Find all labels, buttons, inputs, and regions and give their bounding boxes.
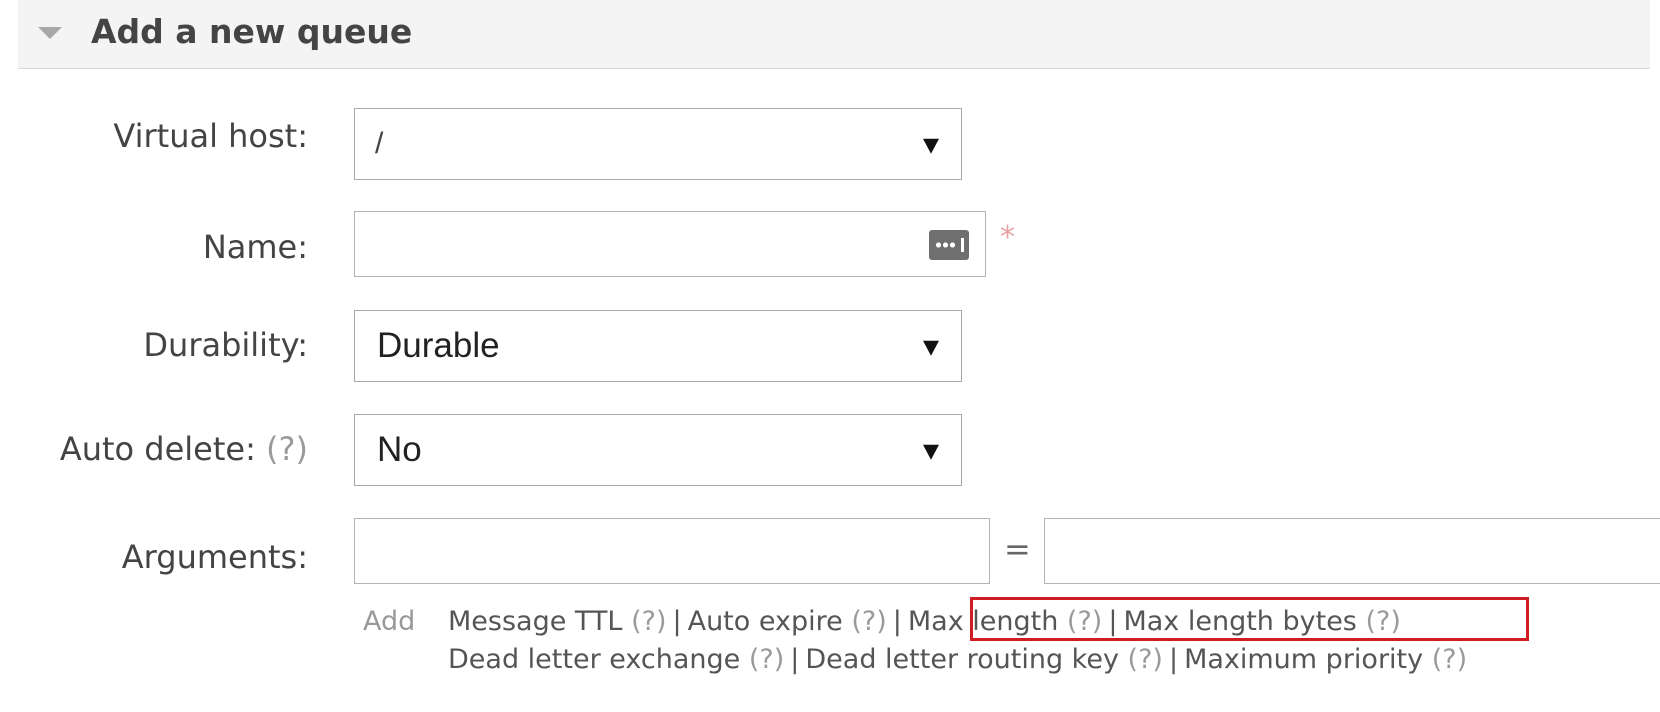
auto-delete-select[interactable]: No bbox=[354, 414, 962, 486]
separator: | bbox=[790, 644, 800, 675]
help-link[interactable]: (?) bbox=[631, 606, 666, 637]
separator: | bbox=[672, 606, 682, 637]
required-asterisk: * bbox=[1000, 220, 1015, 255]
dropdown-arrow-icon bbox=[923, 340, 939, 356]
virtual-host-label: Virtual host: bbox=[113, 117, 308, 155]
virtual-host-value: / bbox=[375, 127, 384, 160]
argument-shortcuts-line-2: Dead letter exchange (?) | Dead letter rou… bbox=[448, 644, 1467, 675]
separator: | bbox=[892, 606, 902, 637]
auto-delete-label: Auto delete: (?) bbox=[8, 430, 308, 468]
shortcut-auto-expire[interactable]: Auto expire bbox=[688, 606, 843, 637]
help-link[interactable]: (?) bbox=[749, 644, 784, 675]
argument-value-input[interactable] bbox=[1044, 518, 1660, 584]
name-input[interactable] bbox=[354, 211, 986, 277]
durability-select[interactable]: Durable bbox=[354, 310, 962, 382]
separator: | bbox=[1168, 644, 1179, 675]
section-header[interactable]: Add a new queue bbox=[18, 0, 1650, 69]
dropdown-arrow-icon bbox=[923, 138, 939, 154]
virtual-host-select[interactable]: / bbox=[354, 108, 962, 180]
auto-delete-value: No bbox=[377, 430, 422, 469]
name-label: Name: bbox=[202, 228, 308, 266]
equals-sign: = bbox=[1004, 530, 1031, 568]
auto-delete-help-link[interactable]: (?) bbox=[266, 430, 308, 468]
help-link[interactable]: (?) bbox=[851, 606, 886, 637]
help-link[interactable]: (?) bbox=[1128, 644, 1163, 675]
shortcut-dead-letter-routing-key[interactable]: Dead letter routing key bbox=[805, 644, 1119, 675]
password-manager-icon[interactable] bbox=[929, 230, 969, 260]
collapse-triangle-icon[interactable] bbox=[38, 27, 62, 39]
help-link[interactable]: (?) bbox=[1432, 644, 1467, 675]
shortcut-dead-letter-exchange[interactable]: Dead letter exchange bbox=[448, 644, 740, 675]
argument-key-input[interactable] bbox=[354, 518, 990, 584]
durability-value: Durable bbox=[377, 326, 500, 365]
shortcut-message-ttl[interactable]: Message TTL bbox=[448, 606, 622, 637]
shortcut-maximum-priority[interactable]: Maximum priority bbox=[1184, 644, 1423, 675]
add-argument-label: Add bbox=[363, 606, 416, 637]
arguments-label: Arguments: bbox=[121, 538, 308, 576]
auto-delete-label-text: Auto delete: bbox=[59, 430, 256, 468]
dropdown-arrow-icon bbox=[923, 444, 939, 460]
section-title: Add a new queue bbox=[91, 12, 413, 51]
highlight-box bbox=[970, 597, 1529, 641]
durability-label: Durability: bbox=[143, 326, 308, 364]
